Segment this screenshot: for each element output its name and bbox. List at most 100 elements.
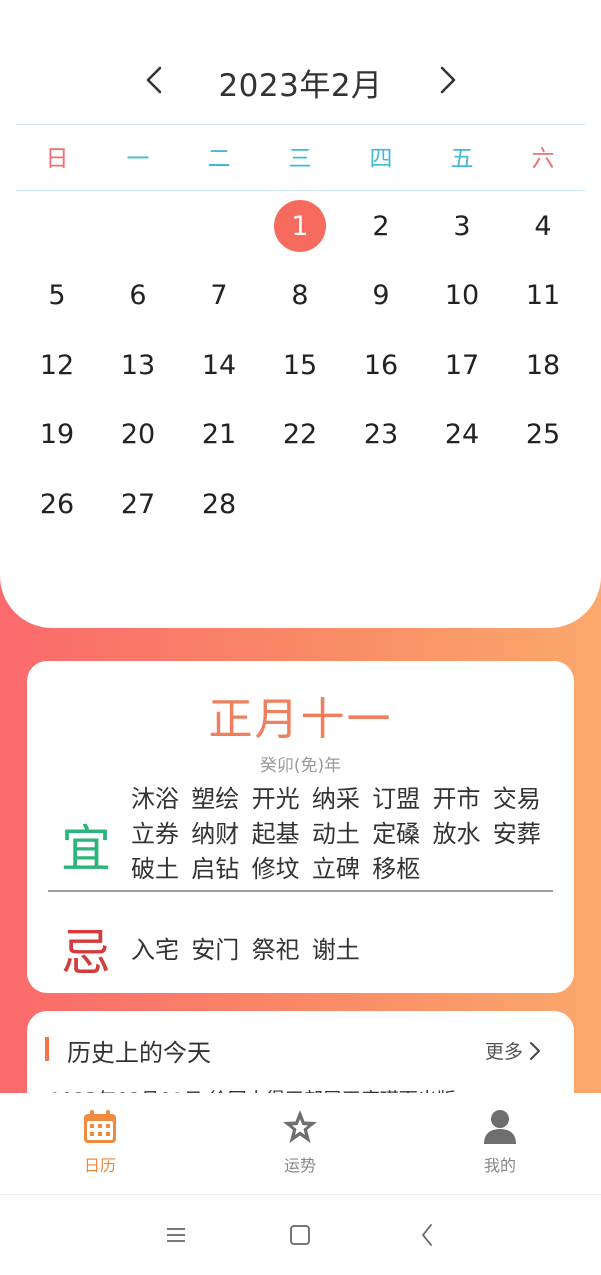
day-number: 16: [363, 349, 399, 381]
yi-list: 沐浴 塑绘 开光 纳采 订盟 开市 交易 立券 纳财 起基 动土 定磉 放水 安葬 破土 启钻 修坟 立碑 移柩: [131, 785, 561, 884]
weekday-label: 二: [207, 146, 231, 172]
day-cell[interactable]: 2: [350, 199, 412, 253]
day-number: 28: [201, 488, 237, 520]
ji-list: 入宅 安门 祭祀 谢土: [131, 930, 372, 965]
ji-item: 入宅: [131, 936, 179, 964]
day-number: 14: [201, 349, 237, 381]
day-cell[interactable]: 13: [107, 338, 169, 392]
day-cell[interactable]: 25: [512, 407, 574, 461]
day-cell[interactable]: 21: [188, 407, 250, 461]
day-cell[interactable]: 10: [431, 268, 493, 322]
day-cell[interactable]: 26: [26, 477, 88, 531]
day-cell[interactable]: 7: [188, 268, 250, 322]
yi-item: 破土: [131, 855, 179, 883]
day-number: 8: [291, 279, 309, 311]
ganzhi-year: 癸卯(免)年: [259, 756, 342, 776]
tab-calendar[interactable]: 日历: [50, 1107, 150, 1176]
yi-item: 立券: [131, 820, 179, 848]
day-cell[interactable]: 9: [350, 268, 412, 322]
yi-item: 立碑: [311, 855, 360, 883]
chevron-right-icon: [440, 66, 456, 94]
yi-item: 起基: [251, 820, 300, 848]
ji-label: 忌: [61, 924, 111, 982]
weekday-label: 六: [531, 146, 555, 172]
weekday-label: 四: [369, 146, 393, 172]
day-cell[interactable]: 17: [431, 338, 493, 392]
day-number: 27: [120, 488, 156, 520]
ji-item: 安门: [191, 936, 240, 964]
back-icon: [422, 1224, 432, 1246]
day-number: 4: [534, 210, 552, 242]
tab-calendar-label: 日历: [83, 1156, 116, 1175]
day-number: 2: [372, 210, 390, 242]
day-cell[interactable]: 8: [269, 268, 331, 322]
user-icon: [480, 1107, 520, 1147]
yi-label: 宜: [61, 820, 111, 878]
yi-item: 动土: [311, 820, 360, 848]
system-nav-bar: [0, 1195, 601, 1275]
day-cell[interactable]: 27: [107, 477, 169, 531]
day-number: 5: [48, 279, 66, 311]
yi-item: 订盟: [372, 785, 421, 813]
day-cell[interactable]: 23: [350, 407, 412, 461]
yi-item: 开光: [251, 785, 300, 813]
day-cell[interactable]: 22: [269, 407, 331, 461]
day-number: 20: [120, 418, 156, 450]
day-number: 23: [363, 418, 399, 450]
yi-item: 安葬: [492, 820, 541, 848]
day-number: 26: [39, 488, 75, 520]
yi-item: 纳采: [311, 785, 360, 813]
day-number: 7: [210, 279, 228, 311]
day-cell[interactable]: 18: [512, 338, 574, 392]
tab-profile[interactable]: 我的: [450, 1107, 550, 1176]
day-number: 18: [525, 349, 561, 381]
day-number: 22: [282, 418, 318, 450]
divider: [48, 890, 553, 892]
day-number: 3: [453, 210, 471, 242]
day-cell[interactable]: 4: [512, 199, 574, 253]
day-number: 15: [282, 349, 318, 381]
back-button[interactable]: [407, 1217, 447, 1253]
lunar-date: 正月十一: [208, 694, 393, 745]
day-cell[interactable]: 3: [431, 199, 493, 253]
yi-item: 定磉: [372, 820, 421, 848]
bottom-tab-bar: 日历 运势 我的: [0, 1093, 601, 1195]
day-cell[interactable]: 19: [26, 407, 88, 461]
yi-item: 纳财: [191, 820, 240, 848]
weekday-label: 五: [450, 146, 474, 172]
almanac-card[interactable]: 正月十一 癸卯(免)年 宜 沐浴 塑绘 开光 纳采 订盟 开市 交易 立券 纳财 起基 动土 定磉 放水…: [27, 661, 574, 993]
menu-icon: [167, 1228, 185, 1242]
day-cell[interactable]: 24: [431, 407, 493, 461]
day-cell[interactable]: 5: [26, 268, 88, 322]
day-number: 9: [372, 279, 390, 311]
month-title[interactable]: 2023年2月: [218, 60, 382, 105]
day-cell-selected[interactable]: 1: [269, 199, 331, 253]
tab-fortune[interactable]: 运势: [250, 1107, 350, 1176]
next-month-button[interactable]: [426, 58, 470, 102]
star-icon: [280, 1107, 320, 1147]
home-icon: [290, 1225, 310, 1245]
menu-button[interactable]: [156, 1217, 196, 1253]
home-button[interactable]: [280, 1217, 320, 1253]
day-cell[interactable]: 28: [188, 477, 250, 531]
day-cell[interactable]: 6: [107, 268, 169, 322]
yi-item: 放水: [432, 820, 481, 848]
day-cell[interactable]: 12: [26, 338, 88, 392]
day-cell[interactable]: 20: [107, 407, 169, 461]
history-more-button[interactable]: 更多: [485, 1037, 541, 1064]
day-cell[interactable]: 15: [269, 338, 331, 392]
ji-item: 祭祀: [251, 936, 300, 964]
prev-month-button[interactable]: [132, 58, 176, 102]
day-cell[interactable]: 14: [188, 338, 250, 392]
weekday-header: 日一二三四五六: [16, 124, 585, 191]
yi-item: 塑绘: [191, 785, 240, 813]
day-number: 10: [444, 279, 480, 311]
day-cell[interactable]: 11: [512, 268, 574, 322]
weekday-label: 三: [288, 146, 312, 172]
day-cell[interactable]: 16: [350, 338, 412, 392]
chevron-left-icon: [146, 66, 162, 94]
day-number: 12: [39, 349, 75, 381]
yi-item: 修坟: [251, 855, 300, 883]
day-number: 13: [120, 349, 156, 381]
weekday-label: 一: [126, 146, 150, 172]
